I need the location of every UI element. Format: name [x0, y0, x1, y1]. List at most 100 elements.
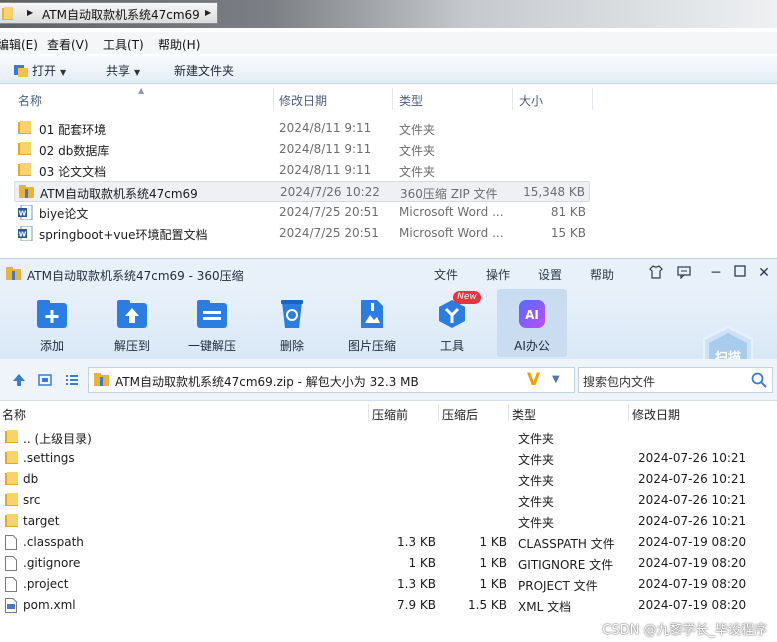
entry-modified: 2024-07-19 08:20 [638, 577, 747, 591]
entry-modified: 2024-07-26 10:21 [638, 493, 747, 507]
share-button[interactable]: 共享 ▼ [106, 62, 140, 79]
address-path[interactable]: ATM自动取款机系统47cm69 [42, 6, 200, 23]
entry-type: 文件夹 [518, 453, 555, 467]
entry-type: 文件夹 [518, 516, 555, 530]
add-icon [36, 299, 68, 329]
one-click-extract-icon [196, 299, 228, 329]
caret-down-icon: ▼ [134, 68, 141, 77]
extract-to-icon [116, 299, 148, 329]
column-separator[interactable] [508, 404, 509, 422]
column-header-name[interactable]: 名称 [2, 406, 26, 423]
column-separator[interactable] [628, 404, 629, 422]
entry-modified: 2024-07-26 10:21 [638, 514, 747, 528]
file-type: 文件夹 [399, 144, 436, 158]
entry-name: pom.xml [23, 598, 76, 612]
column-separator[interactable] [438, 404, 439, 422]
entry-size-before: 7.9 KB [397, 598, 436, 612]
zip-window-title: ATM自动取款机系统47cm69 - 360压缩 [27, 269, 244, 283]
column-header-modified[interactable]: 修改日期 [632, 406, 680, 423]
zip-row[interactable]: pom.xml 7.9 KB 1.5 KB XML 文档 2024-07-19 08:2… [0, 595, 777, 616]
chevron-right-icon[interactable]: ▶ [205, 8, 211, 17]
entry-name: db [23, 472, 39, 486]
file-name: 01 配套环境 [39, 123, 107, 137]
zip-menu-settings[interactable]: 设置 [538, 266, 562, 283]
column-header-before[interactable]: 压缩前 [372, 406, 408, 423]
view-list-icon[interactable] [65, 373, 79, 390]
view-thumbnail-icon[interactable] [38, 373, 52, 390]
one-click-extract-button[interactable]: 一键解压 [177, 289, 247, 357]
zip-path-field[interactable]: ATM自动取款机系统47cm69.zip - 解包大小为 32.3 MB V ▼ [88, 367, 575, 393]
column-header-after[interactable]: 压缩后 [442, 406, 478, 423]
new-folder-button[interactable]: 新建文件夹 [174, 62, 234, 79]
image-compress-label: 图片压缩 [347, 339, 396, 353]
column-header-date[interactable]: 修改日期 [273, 88, 393, 110]
menu-view[interactable]: 查看(V) [47, 36, 89, 53]
explorer-row[interactable]: 02 db数据库 2024/8/11 9:11 文件夹 [14, 139, 590, 160]
search-icon[interactable] [751, 372, 767, 391]
entry-modified: 2024-07-19 08:20 [638, 598, 747, 612]
explorer-row[interactable]: 03 论文文档 2024/8/11 9:11 文件夹 [14, 160, 590, 181]
maximize-icon[interactable] [732, 265, 748, 281]
menu-tools[interactable]: 工具(T) [103, 36, 144, 53]
word-icon: W [18, 225, 33, 244]
folder-icon [5, 430, 20, 447]
add-button[interactable]: 添加 [17, 289, 87, 357]
zip-row[interactable]: .settings 文件夹 2024-07-26 10:21 [0, 448, 777, 469]
zip-row[interactable]: .. (上级目录) 文件夹 [0, 427, 777, 448]
search-input[interactable]: 搜索包内文件 [578, 367, 773, 393]
close-icon[interactable]: ✕ [756, 265, 772, 281]
feedback-icon[interactable] [676, 265, 692, 281]
column-separator[interactable] [368, 404, 369, 422]
zip-row[interactable]: .classpath 1.3 KB 1 KB CLASSPATH 文件 2024-07-… [0, 532, 777, 553]
menu-help[interactable]: 帮助(H) [158, 36, 200, 53]
explorer-row[interactable]: Wspringboot+vue环境配置文档 2024/7/25 20:51 Micr… [14, 223, 590, 244]
column-header-type[interactable]: 类型 [393, 88, 513, 110]
open-button[interactable]: 打开 ▼ [14, 62, 66, 80]
ai-office-label: AI办公 [514, 339, 550, 353]
zip-menu-operate[interactable]: 操作 [486, 266, 510, 283]
zip-row[interactable]: .gitignore 1 KB 1 KB GITIGNORE 文件 2024-07-19… [0, 553, 777, 574]
column-header-size[interactable]: 大小 [513, 88, 593, 110]
zip-row[interactable]: db 文件夹 2024-07-26 10:21 [0, 469, 777, 490]
one-click-extract-label: 一键解压 [187, 339, 236, 353]
zip-file-icon [94, 373, 110, 390]
ai-office-button[interactable]: AI AI办公 [497, 289, 567, 357]
file-name: 02 db数据库 [39, 144, 110, 158]
zip-row[interactable]: .project 1.3 KB 1 KB PROJECT 文件 2024-07-19 0… [0, 574, 777, 595]
column-header-name[interactable]: 名称 [12, 88, 274, 110]
dropdown-arrow-icon[interactable]: ▼ [552, 374, 560, 385]
file-date: 2024/7/25 20:51 [279, 205, 379, 219]
zip-menu-file[interactable]: 文件 [434, 266, 458, 283]
chevron-right-icon[interactable]: ▶ [27, 8, 33, 17]
menu-edit[interactable]: 编辑(E) [0, 36, 38, 53]
explorer-row[interactable]: ATM自动取款机系统47cm69 2024/7/26 10:22 360压缩 ZIP… [14, 181, 590, 202]
minimize-icon[interactable]: ─ [708, 265, 724, 281]
entry-type: 文件夹 [518, 474, 555, 488]
new-badge: New [453, 291, 481, 304]
entry-size-before: 1 KB [408, 556, 436, 570]
explorer-column-headers: 名称 修改日期 类型 大小 [0, 88, 777, 110]
skin-icon[interactable] [648, 265, 664, 281]
zip-row[interactable]: target 文件夹 2024-07-26 10:21 [0, 511, 777, 532]
entry-modified: 2024-07-26 10:21 [638, 472, 747, 486]
entry-name: .classpath [23, 535, 84, 549]
zip-row[interactable]: src 文件夹 2024-07-26 10:21 [0, 490, 777, 511]
explorer-row[interactable]: 01 配套环境 2024/8/11 9:11 文件夹 [14, 118, 590, 139]
entry-size-before: 1.3 KB [397, 577, 436, 591]
add-label: 添加 [39, 339, 64, 353]
zip-menu-help[interactable]: 帮助 [590, 266, 614, 283]
up-arrow-icon[interactable] [12, 373, 26, 390]
file-date: 2024/8/11 9:11 [279, 163, 372, 177]
image-compress-button[interactable]: 图片压缩 [337, 289, 407, 357]
column-header-type[interactable]: 类型 [512, 406, 536, 423]
file-icon [5, 556, 17, 574]
vip-v-icon[interactable]: V [527, 370, 540, 390]
svg-text:W: W [19, 210, 27, 218]
explorer-row[interactable]: Wbiye论文 2024/7/25 20:51 Microsoft Word ...… [14, 202, 590, 223]
search-placeholder: 搜索包内文件 [583, 375, 656, 389]
extract-to-button[interactable]: 解压到 [97, 289, 167, 357]
delete-button[interactable]: 删除 [257, 289, 327, 357]
image-compress-icon [356, 299, 388, 329]
address-bar[interactable]: ▶ ATM自动取款机系统47cm69 ▶ [0, 2, 218, 24]
ai-icon: AI [516, 299, 548, 329]
